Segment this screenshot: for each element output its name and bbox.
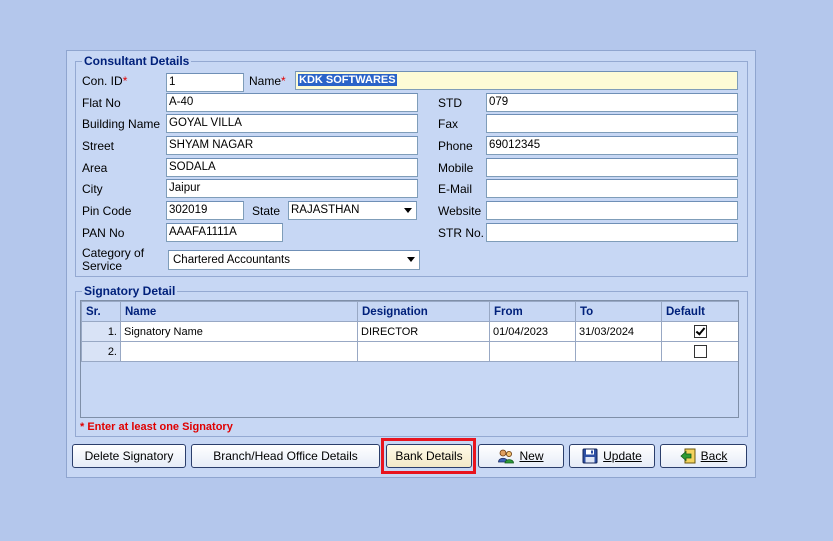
flat-no-label: Flat No <box>82 96 121 110</box>
website-label: Website <box>438 204 482 218</box>
row-from-cell[interactable] <box>489 341 576 362</box>
row-name-cell[interactable]: Signatory Name <box>120 321 358 342</box>
area-label: Area <box>82 161 108 175</box>
pin-code-label: Pin Code <box>82 204 132 218</box>
delete-signatory-label: Delete Signatory <box>84 449 174 463</box>
column-header-designation[interactable]: Designation <box>357 301 490 322</box>
branch-head-office-button[interactable]: Branch/Head Office Details <box>191 444 380 468</box>
str-no-field[interactable] <box>486 223 738 242</box>
city-label: City <box>82 182 103 196</box>
pin-code-field[interactable]: 302019 <box>166 201 244 220</box>
street-field[interactable]: SHYAM NAGAR <box>166 136 418 155</box>
category-select-value: Chartered Accountants <box>173 254 290 266</box>
flat-no-field[interactable]: A-40 <box>166 93 418 112</box>
str-no-label: STR No. <box>438 226 485 240</box>
back-button-label: Back <box>700 449 728 463</box>
column-header-name[interactable]: Name <box>120 301 358 322</box>
update-button-label: Update <box>603 449 642 463</box>
back-arrow-icon <box>680 448 696 464</box>
row-name-cell[interactable] <box>120 341 358 362</box>
default-checkbox[interactable] <box>693 345 707 358</box>
row-default-cell[interactable] <box>661 321 738 342</box>
row-designation-cell[interactable] <box>357 341 490 362</box>
row-from-cell[interactable]: 01/04/2023 <box>489 321 576 342</box>
update-button[interactable]: Update <box>569 444 655 468</box>
std-label: STD <box>438 96 462 110</box>
std-field[interactable]: 079 <box>486 93 738 112</box>
signatory-grid[interactable]: Sr. Name Designation From To Default 1. … <box>80 300 739 418</box>
con-id-label: Con. ID* <box>82 74 128 88</box>
column-header-from[interactable]: From <box>489 301 576 322</box>
column-header-sr[interactable]: Sr. <box>81 301 121 322</box>
category-label-line1: Category of <box>82 246 145 260</box>
phone-label: Phone <box>438 139 473 153</box>
row-sr-cell: 1. <box>81 321 121 342</box>
state-label: State <box>252 204 281 218</box>
row-to-cell[interactable]: 31/03/2024 <box>575 321 662 342</box>
row-sr-cell: 2. <box>81 341 121 362</box>
con-id-field[interactable]: 1 <box>166 73 244 92</box>
users-icon <box>498 448 515 464</box>
category-select[interactable]: Chartered Accountants <box>168 250 420 270</box>
name-field[interactable]: KDK SOFTWARES <box>295 71 738 90</box>
delete-signatory-button[interactable]: Delete Signatory <box>72 444 186 468</box>
building-name-field[interactable]: GOYAL VILLA <box>166 114 418 133</box>
website-field[interactable] <box>486 201 738 220</box>
city-field[interactable]: Jaipur <box>166 179 418 198</box>
state-select[interactable]: RAJASTHAN <box>288 201 417 220</box>
chevron-down-icon[interactable] <box>401 203 415 218</box>
new-button[interactable]: New <box>478 444 564 468</box>
name-label: Name* <box>249 74 286 88</box>
bank-details-highlight <box>381 438 476 474</box>
mobile-label: Mobile <box>438 161 474 175</box>
phone-field[interactable]: 69012345 <box>486 136 738 155</box>
new-button-label: New <box>519 449 544 463</box>
row-designation-cell[interactable]: DIRECTOR <box>357 321 490 342</box>
building-name-label: Building Name <box>82 117 161 131</box>
chevron-down-icon[interactable] <box>404 252 418 267</box>
mobile-field[interactable] <box>486 158 738 177</box>
signatory-detail-legend: Signatory Detail <box>84 284 176 298</box>
fax-field[interactable] <box>486 114 738 133</box>
pan-no-label: PAN No <box>82 226 125 240</box>
floppy-disk-icon <box>582 448 598 464</box>
row-default-cell[interactable] <box>661 341 738 362</box>
area-field[interactable]: SODALA <box>166 158 418 177</box>
email-label: E-Mail <box>438 182 473 196</box>
column-header-default[interactable]: Default <box>661 301 738 322</box>
fax-label: Fax <box>438 117 459 131</box>
default-checkbox[interactable] <box>693 325 707 338</box>
state-select-value: RAJASTHAN <box>291 204 360 216</box>
back-button[interactable]: Back <box>660 444 747 468</box>
row-to-cell[interactable] <box>575 341 662 362</box>
column-header-to[interactable]: To <box>575 301 662 322</box>
consultant-details-legend: Consultant Details <box>84 54 190 68</box>
branch-head-office-label: Branch/Head Office Details <box>213 449 358 463</box>
email-field[interactable] <box>486 179 738 198</box>
street-label: Street <box>82 139 115 153</box>
table-row[interactable]: 1. Signatory Name DIRECTOR 01/04/2023 31… <box>81 321 738 342</box>
category-label-line2: Service <box>82 259 123 273</box>
pan-no-field[interactable]: AAAFA1111A <box>166 223 283 242</box>
table-row[interactable]: 2. <box>81 341 738 362</box>
name-field-value: KDK SOFTWARES <box>298 74 397 86</box>
signatory-warning: * Enter at least one Signatory <box>80 421 233 433</box>
